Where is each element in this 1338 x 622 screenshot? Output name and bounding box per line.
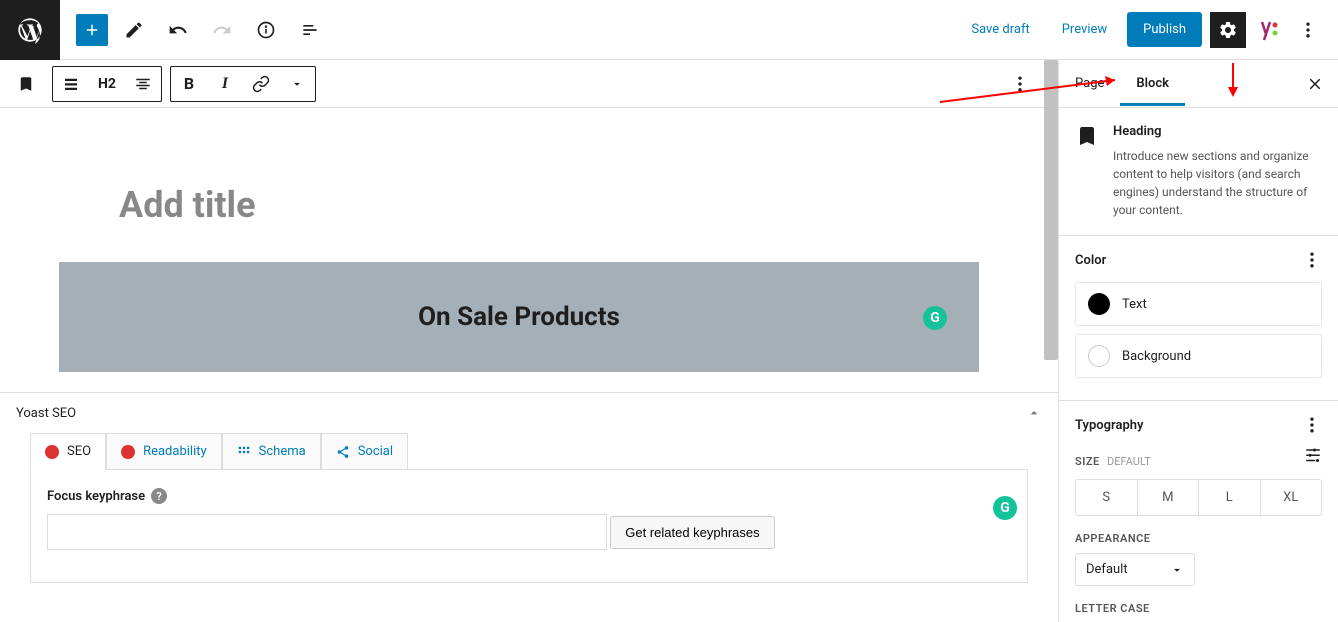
yoast-panel-title: Yoast SEO bbox=[16, 406, 76, 421]
focus-keyphrase-label: Focus keyphrase bbox=[47, 489, 145, 504]
sidebar-tab-block[interactable]: Block bbox=[1120, 62, 1185, 105]
link-button[interactable] bbox=[243, 66, 279, 102]
editor-scrollbar[interactable] bbox=[1044, 108, 1058, 360]
color-swatch-icon bbox=[1088, 345, 1110, 367]
more-options-button[interactable] bbox=[1290, 12, 1326, 48]
heading-content[interactable]: On Sale Products bbox=[79, 302, 959, 332]
share-icon bbox=[336, 445, 350, 459]
bookmark-icon[interactable] bbox=[8, 66, 44, 102]
wordpress-logo[interactable] bbox=[0, 0, 60, 60]
bold-button[interactable]: B bbox=[171, 66, 207, 102]
typography-panel-options[interactable] bbox=[1302, 415, 1322, 435]
color-panel-options[interactable] bbox=[1302, 250, 1322, 270]
text-align-button[interactable] bbox=[125, 66, 161, 102]
add-block-button[interactable] bbox=[76, 14, 108, 46]
status-dot-icon bbox=[45, 445, 59, 459]
color-swatch-icon bbox=[1088, 293, 1110, 315]
outline-button[interactable] bbox=[292, 12, 328, 48]
redo-button[interactable] bbox=[204, 12, 240, 48]
block-info-title: Heading bbox=[1113, 124, 1322, 139]
appearance-select[interactable]: Default bbox=[1075, 553, 1195, 586]
appearance-label: APPEARANCE bbox=[1075, 532, 1322, 545]
block-info-desc: Introduce new sections and organize cont… bbox=[1113, 147, 1322, 219]
background-color-button[interactable]: Background bbox=[1075, 334, 1322, 378]
color-panel-title: Color bbox=[1075, 253, 1106, 268]
heading-block-icon bbox=[1075, 124, 1099, 148]
publish-button[interactable]: Publish bbox=[1127, 12, 1202, 47]
yoast-tab-seo[interactable]: SEO bbox=[30, 433, 106, 470]
size-default-label: DEFAULT bbox=[1107, 455, 1151, 468]
yoast-icon[interactable] bbox=[1254, 16, 1282, 44]
lettercase-label: LETTER CASE bbox=[1075, 602, 1322, 615]
yoast-tab-readability[interactable]: Readability bbox=[106, 433, 222, 470]
yoast-collapse-button[interactable] bbox=[1026, 405, 1042, 421]
edit-mode-button[interactable] bbox=[116, 12, 152, 48]
italic-button[interactable]: I bbox=[207, 66, 243, 102]
size-l-button[interactable]: L bbox=[1199, 480, 1261, 515]
related-keyphrases-button[interactable]: Get related keyphrases bbox=[610, 516, 774, 549]
size-settings-icon[interactable] bbox=[1304, 447, 1322, 465]
help-icon[interactable]: ? bbox=[151, 488, 167, 504]
heading-level-button[interactable]: H2 bbox=[89, 66, 125, 102]
focus-keyphrase-input[interactable] bbox=[47, 514, 607, 550]
size-xl-button[interactable]: XL bbox=[1261, 480, 1322, 515]
page-title-input[interactable]: Add title bbox=[59, 168, 979, 242]
grid-icon bbox=[237, 445, 251, 459]
undo-button[interactable] bbox=[160, 12, 196, 48]
yoast-tab-social[interactable]: Social bbox=[321, 433, 408, 470]
more-format-button[interactable] bbox=[279, 66, 315, 102]
size-m-button[interactable]: M bbox=[1138, 480, 1200, 515]
typography-panel-title: Typography bbox=[1075, 418, 1144, 433]
size-label: SIZE bbox=[1075, 455, 1100, 468]
grammarly-icon[interactable]: G bbox=[923, 306, 947, 330]
heading-block[interactable]: On Sale Products bbox=[59, 262, 979, 372]
settings-button[interactable] bbox=[1210, 12, 1246, 48]
text-color-button[interactable]: Text bbox=[1075, 282, 1322, 326]
status-dot-icon bbox=[121, 445, 135, 459]
sidebar-tab-page[interactable]: Page bbox=[1059, 62, 1120, 105]
info-button[interactable] bbox=[248, 12, 284, 48]
yoast-tab-schema[interactable]: Schema bbox=[222, 433, 321, 470]
preview-link[interactable]: Preview bbox=[1050, 14, 1119, 45]
sidebar-close-button[interactable] bbox=[1292, 75, 1338, 93]
save-draft-link[interactable]: Save draft bbox=[959, 14, 1041, 45]
size-s-button[interactable]: S bbox=[1076, 480, 1138, 515]
grammarly-icon[interactable]: G bbox=[993, 496, 1017, 520]
block-options-button[interactable] bbox=[1002, 66, 1038, 102]
align-button[interactable] bbox=[53, 66, 89, 102]
